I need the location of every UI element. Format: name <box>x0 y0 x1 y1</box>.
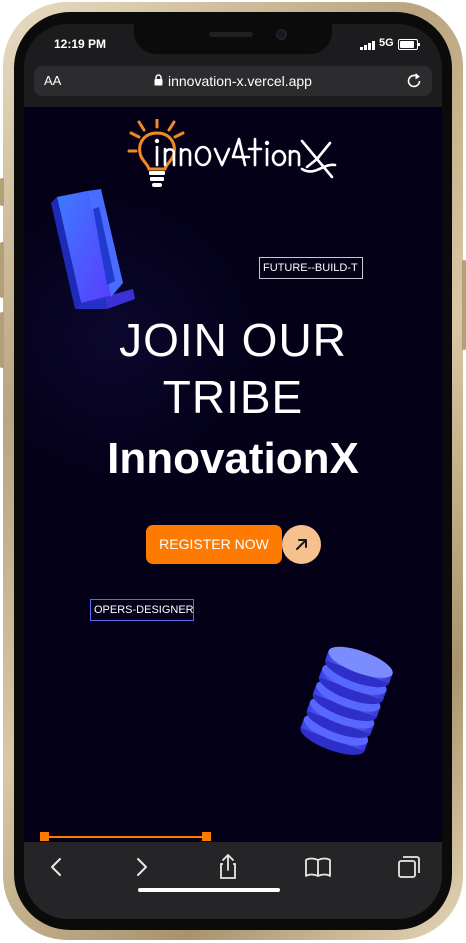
phone-volume-down-button <box>0 312 4 368</box>
progress-line-start-marker <box>40 832 49 841</box>
phone-volume-up-button <box>0 242 4 298</box>
register-arrow-button[interactable] <box>282 525 321 564</box>
register-now-button[interactable]: REGISTER NOW <box>146 525 282 564</box>
3d-coil-shape <box>300 646 393 755</box>
browser-toolbar <box>24 842 442 919</box>
signal-icon <box>360 41 375 50</box>
camera-icon <box>276 29 287 40</box>
book-icon[interactable] <box>303 852 333 882</box>
hero-brand-name: InnovationX <box>107 434 359 483</box>
share-icon[interactable] <box>213 852 243 882</box>
hero-heading-line-2: TRIBE <box>162 371 304 423</box>
notch <box>134 24 332 54</box>
battery-icon <box>398 39 420 50</box>
phone-screen: 12:19 PM 5G AA innovation-x.vercel.app F… <box>24 24 442 919</box>
home-indicator[interactable] <box>138 888 280 892</box>
marquee-tag: FUTURE--BUILD-T <box>259 257 363 279</box>
phone-power-button <box>462 260 466 350</box>
website-content: FUTURE--BUILD-T JOIN OUR TRIBE Innovatio… <box>24 107 442 842</box>
text-size-button[interactable]: AA <box>44 73 61 88</box>
chevron-right-icon[interactable] <box>126 852 156 882</box>
url-text[interactable]: innovation-x.vercel.app <box>168 73 312 89</box>
marquee-tag-secondary: OPERS-DESIGNERS <box>90 599 194 621</box>
phone-side-button <box>0 178 4 206</box>
hero-heading-line-1: JOIN OUR <box>119 314 347 366</box>
3d-bracket-shape <box>51 189 135 309</box>
tabs-icon[interactable] <box>394 852 424 882</box>
progress-line-end-marker <box>202 832 211 841</box>
reload-icon[interactable] <box>404 71 424 91</box>
network-type: 5G <box>379 37 394 49</box>
chevron-left-icon[interactable] <box>42 852 72 882</box>
progress-line <box>44 836 206 838</box>
arrow-up-right-icon <box>296 539 307 550</box>
lock-icon <box>154 74 163 86</box>
innovationx-logo <box>127 119 337 187</box>
address-bar[interactable]: AA innovation-x.vercel.app <box>34 66 432 96</box>
speaker-grille <box>209 32 253 37</box>
status-time: 12:19 PM <box>54 37 107 51</box>
hero-heading: JOIN OUR TRIBE InnovationX <box>24 312 442 490</box>
